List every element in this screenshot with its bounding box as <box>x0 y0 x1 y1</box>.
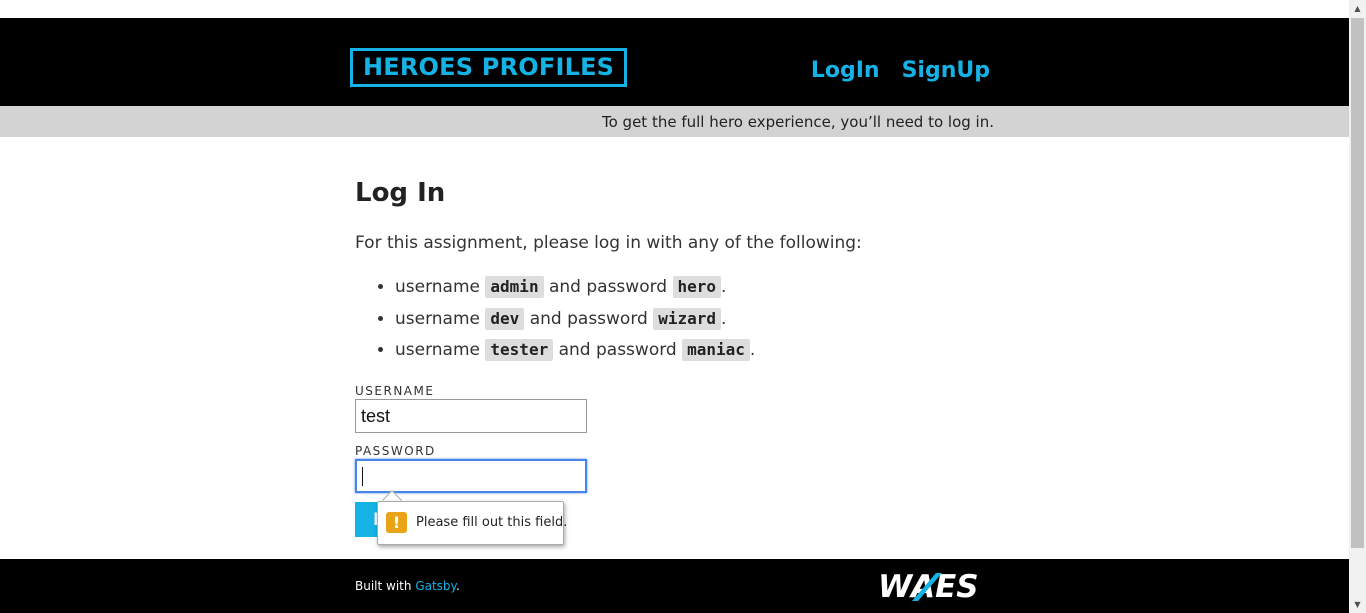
built-prefix: Built with <box>355 579 416 593</box>
credential-suffix: . <box>721 308 727 329</box>
list-item: username dev and password wizard. <box>395 306 995 338</box>
credential-middle: and password <box>558 340 677 360</box>
warning-icon: ! <box>386 512 407 533</box>
page: HEROES PROFILES LogIn SignUp To get the … <box>0 0 1349 613</box>
validation-message: Please fill out this field. <box>416 515 568 530</box>
credential-prefix: username <box>395 308 480 329</box>
validation-tooltip: ! Please fill out this field. <box>377 501 568 545</box>
page-title: Log In <box>355 178 446 208</box>
main-nav: LogIn SignUp <box>811 58 990 84</box>
nav-login-link[interactable]: LogIn <box>811 58 880 84</box>
site-brand-logo[interactable]: HEROES PROFILES <box>350 48 628 87</box>
scrollbar-thumb[interactable] <box>1351 18 1364 548</box>
credential-suffix: . <box>721 277 727 297</box>
main-content: Log In For this assignment, please log i… <box>355 175 995 369</box>
credential-middle: and password <box>548 277 668 297</box>
password-label: PASSWORD <box>355 444 436 458</box>
built-with-text: Built with Gatsby. <box>355 579 460 593</box>
waes-logo: WAES <box>878 569 979 603</box>
credential-prefix: username <box>395 277 480 297</box>
list-item: username tester and password maniac. <box>395 337 995 369</box>
username-label: USERNAME <box>355 384 435 398</box>
credential-password: maniac <box>682 339 750 361</box>
credential-middle: and password <box>529 308 648 329</box>
credential-username: tester <box>485 339 554 361</box>
built-suffix: . <box>455 579 460 593</box>
site-header: HEROES PROFILES LogIn SignUp <box>0 18 1349 106</box>
credential-password: wizard <box>653 307 722 330</box>
credential-username: dev <box>485 307 525 330</box>
credentials-list: username admin and password hero. userna… <box>355 274 995 369</box>
text-caret <box>362 467 363 486</box>
credential-prefix: username <box>395 340 480 360</box>
username-field[interactable]: test <box>355 399 587 433</box>
scroll-down-arrow-icon[interactable]: ▼ <box>1349 596 1366 613</box>
login-notice-bar: To get the full hero experience, you’ll … <box>0 106 1349 137</box>
site-footer: Built with Gatsby. WAES <box>0 559 1349 613</box>
vertical-scrollbar[interactable]: ▲ ▼ <box>1349 0 1366 613</box>
login-notice-text: To get the full hero experience, you’ll … <box>601 113 994 131</box>
gatsby-link[interactable]: Gatsby <box>415 579 456 593</box>
credential-suffix: . <box>749 340 756 360</box>
credential-username: admin <box>485 276 544 298</box>
credential-password: hero <box>672 276 722 298</box>
password-field[interactable] <box>355 459 587 493</box>
intro-text: For this assignment, please log in with … <box>355 233 862 253</box>
scroll-up-arrow-icon[interactable]: ▲ <box>1349 0 1366 17</box>
list-item: username admin and password hero. <box>395 274 995 306</box>
nav-signup-link[interactable]: SignUp <box>902 58 990 84</box>
